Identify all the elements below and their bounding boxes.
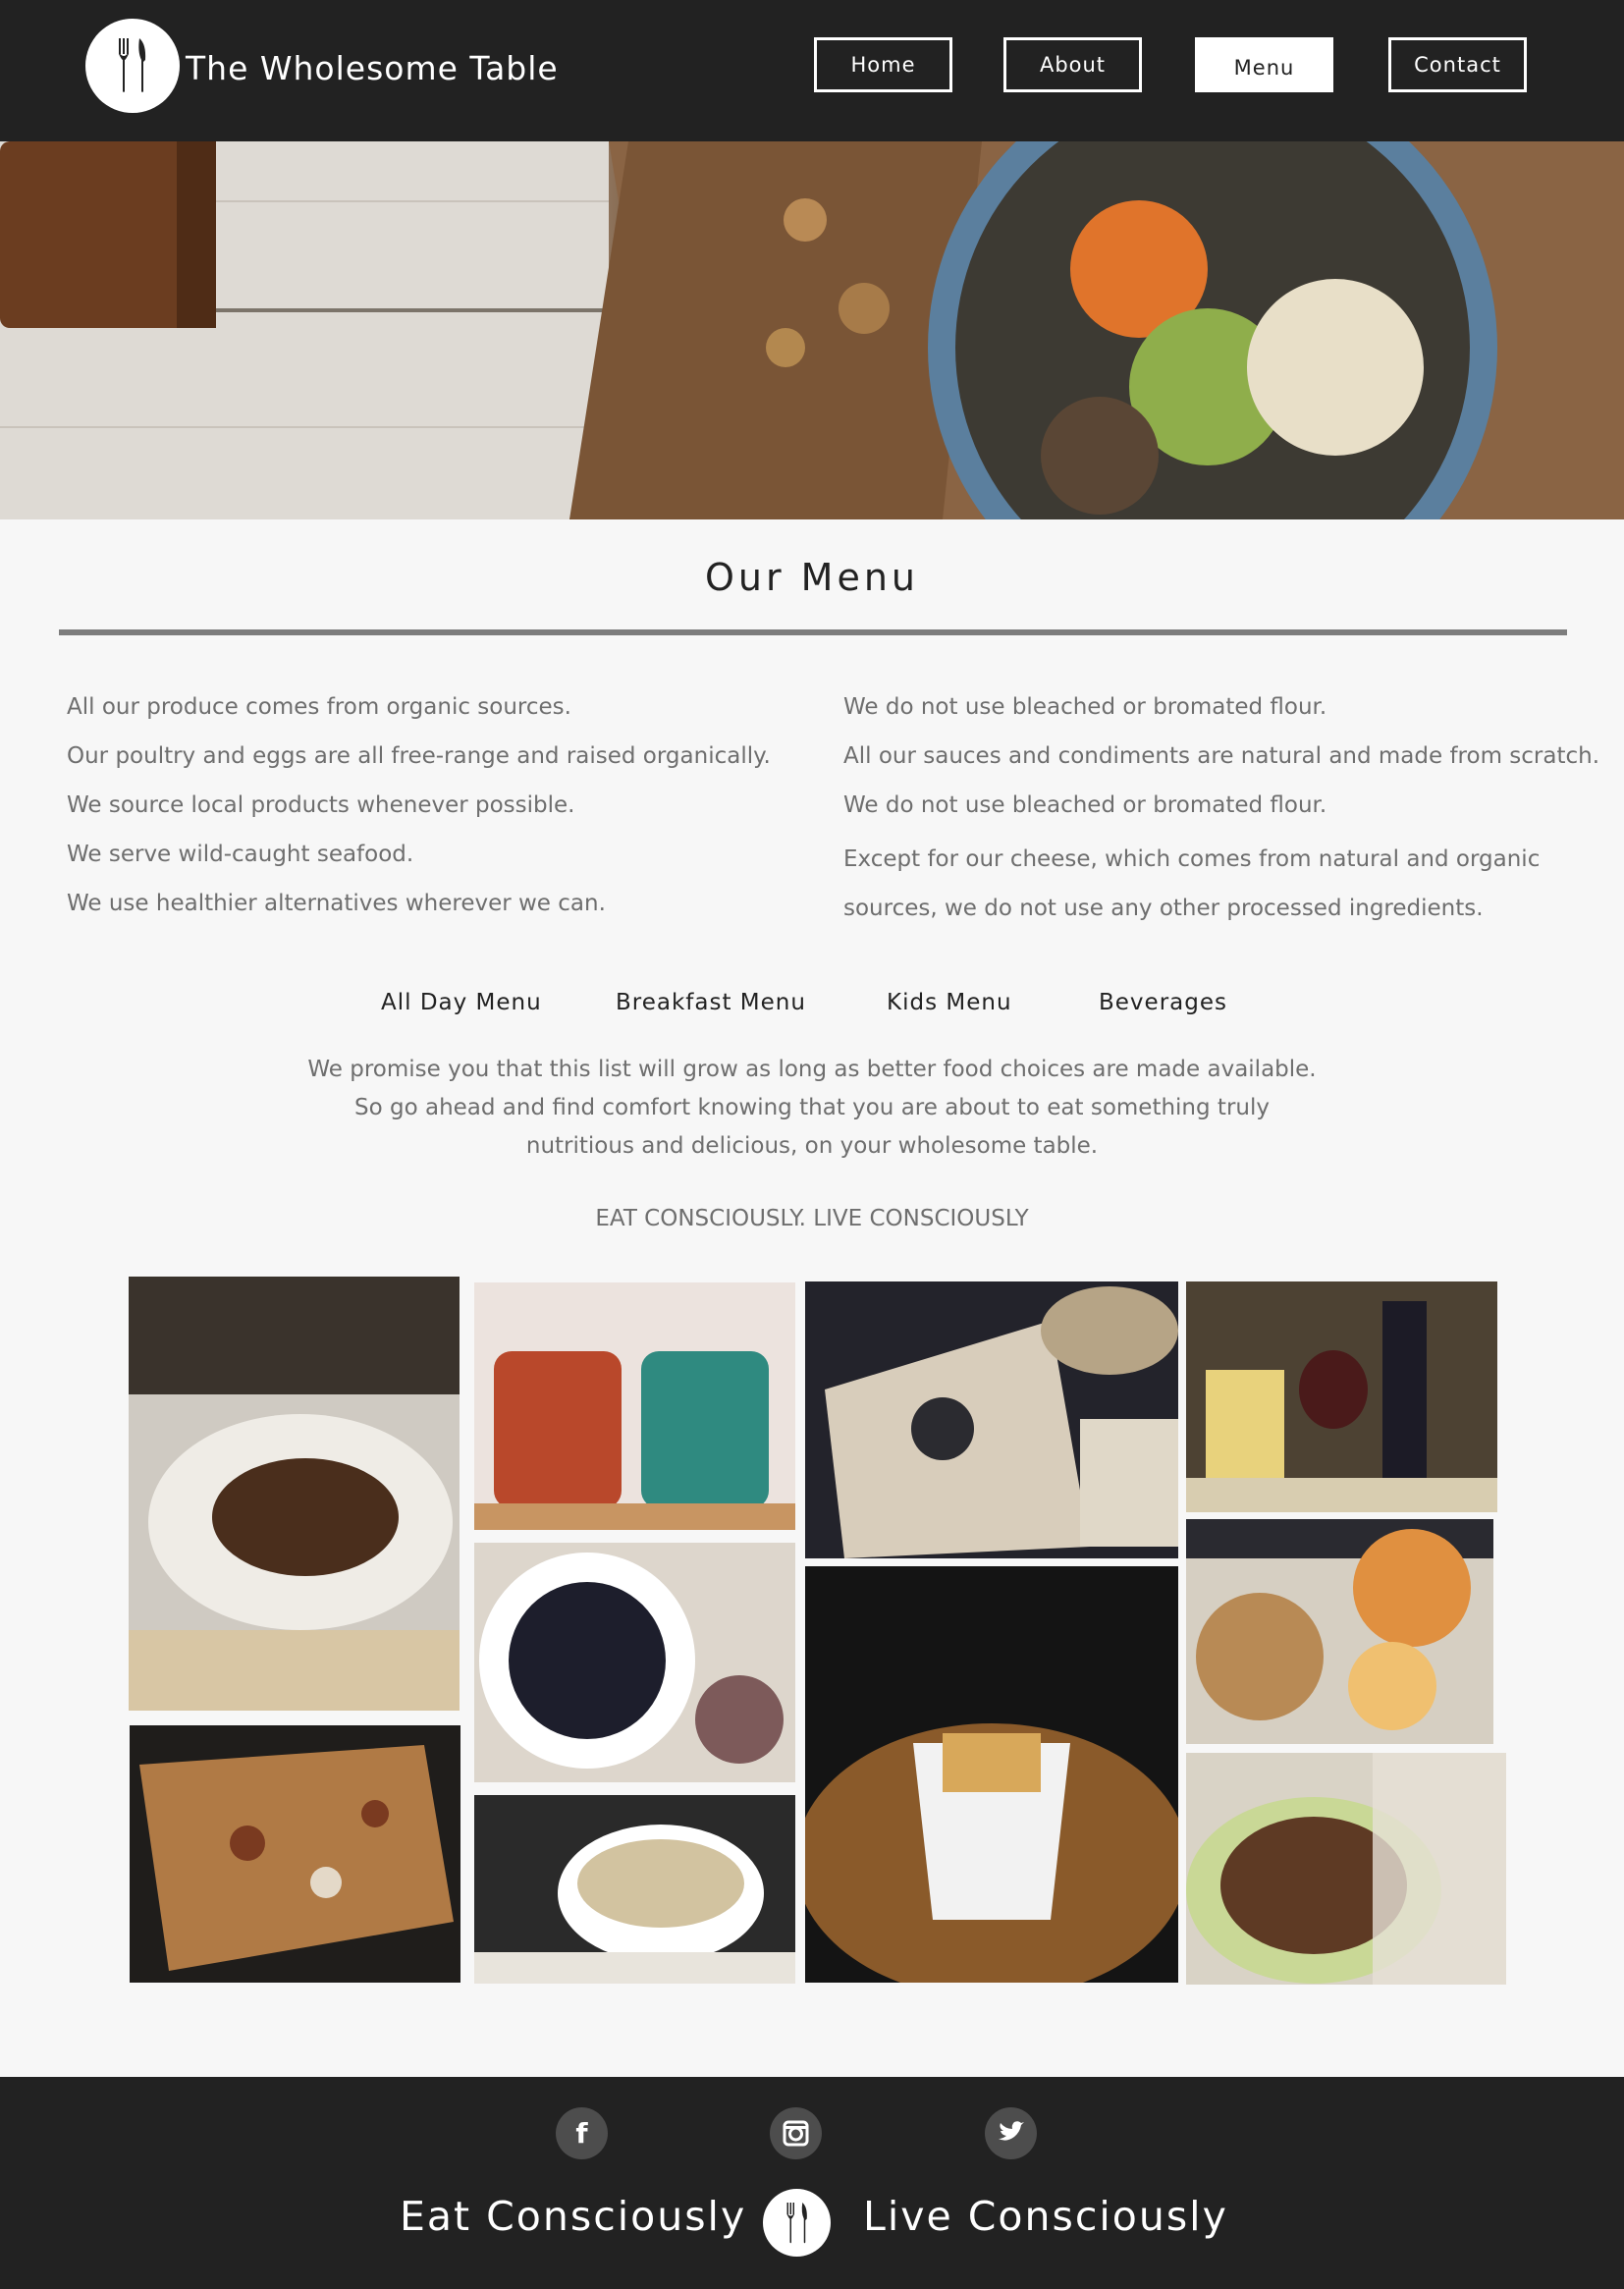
nav-contact-button[interactable]: Contact [1388, 37, 1527, 92]
facebook-icon[interactable]: f [556, 2107, 608, 2159]
nav-home-button[interactable]: Home [814, 37, 952, 92]
hero-food-image [0, 141, 1624, 519]
gallery-photo-hot-chocolate[interactable] [1186, 1753, 1506, 1985]
facts-list-left: All our produce comes from organic sourc… [67, 687, 813, 933]
footer-eat-consciously: Eat Consciously [400, 2193, 747, 2240]
fact-item: Except for our cheese, which comes from … [843, 846, 1541, 921]
nav-about-button[interactable]: About [1003, 37, 1142, 92]
gallery-photo-cacao-nibs[interactable] [805, 1281, 1178, 1558]
gallery-photo-sauces[interactable] [1186, 1519, 1493, 1744]
tagline: EAT CONSCIOUSLY. LIVE CONSCIOUSLY [595, 1206, 1029, 1231]
page-title: Our Menu [704, 556, 920, 599]
footer-live-consciously: Live Consciously [863, 2193, 1228, 2240]
facts-list-right: We do not use bleached or bromated flour… [843, 687, 1600, 933]
promise-text: We promise you that this list will grow … [272, 1051, 1352, 1166]
tab-kids-menu[interactable]: Kids Menu [887, 990, 1012, 1015]
twitter-icon[interactable] [985, 2107, 1037, 2159]
gallery-photo-wine[interactable] [1186, 1281, 1497, 1512]
fork-knife-icon[interactable] [85, 19, 180, 113]
fact-item: We source local products whenever possib… [67, 792, 575, 818]
fact-item: We do not use bleached or bromated flour… [843, 694, 1327, 720]
fork-knife-icon [763, 2189, 831, 2257]
gallery-photo-juices[interactable] [474, 1282, 795, 1530]
tab-breakfast-menu[interactable]: Breakfast Menu [616, 990, 806, 1015]
fact-item: All our produce comes from organic sourc… [67, 694, 571, 720]
promise-line: So go ahead and find comfort knowing tha… [354, 1095, 1270, 1120]
fact-item: All our sauces and condiments are natura… [843, 743, 1600, 769]
gallery-photo-pizza[interactable] [130, 1725, 460, 1983]
gallery-photo-blueberries[interactable] [474, 1543, 795, 1782]
nav-menu-button[interactable]: Menu [1195, 37, 1333, 92]
site-header: The Wholesome Table Home About Menu Cont… [0, 0, 1624, 141]
gallery-photo-grilled-chicken[interactable] [129, 1277, 460, 1711]
site-footer: f Eat Consciously Live Consciously [0, 2077, 1624, 2289]
gallery-photo-fries[interactable] [805, 1566, 1178, 1983]
instagram-icon[interactable] [770, 2107, 822, 2159]
tab-beverages[interactable]: Beverages [1099, 990, 1227, 1015]
title-divider [59, 629, 1567, 635]
promise-line: We promise you that this list will grow … [307, 1057, 1317, 1082]
promise-line: nutritious and delicious, on your wholes… [525, 1133, 1099, 1159]
brand-name[interactable]: The Wholesome Table [186, 49, 559, 87]
fact-item: We serve wild-caught seafood. [67, 842, 414, 867]
tab-all-day-menu[interactable]: All Day Menu [381, 990, 542, 1015]
gallery-photo-rice-bowl[interactable] [474, 1795, 795, 1984]
menu-tabs: All Day Menu Breakfast Menu Kids Menu Be… [0, 990, 1624, 1023]
fact-item: Our poultry and eggs are all free-range … [67, 743, 771, 769]
fact-item: We use healthier alternatives wherever w… [67, 891, 606, 916]
fact-item: We do not use bleached or bromated flour… [843, 792, 1327, 818]
